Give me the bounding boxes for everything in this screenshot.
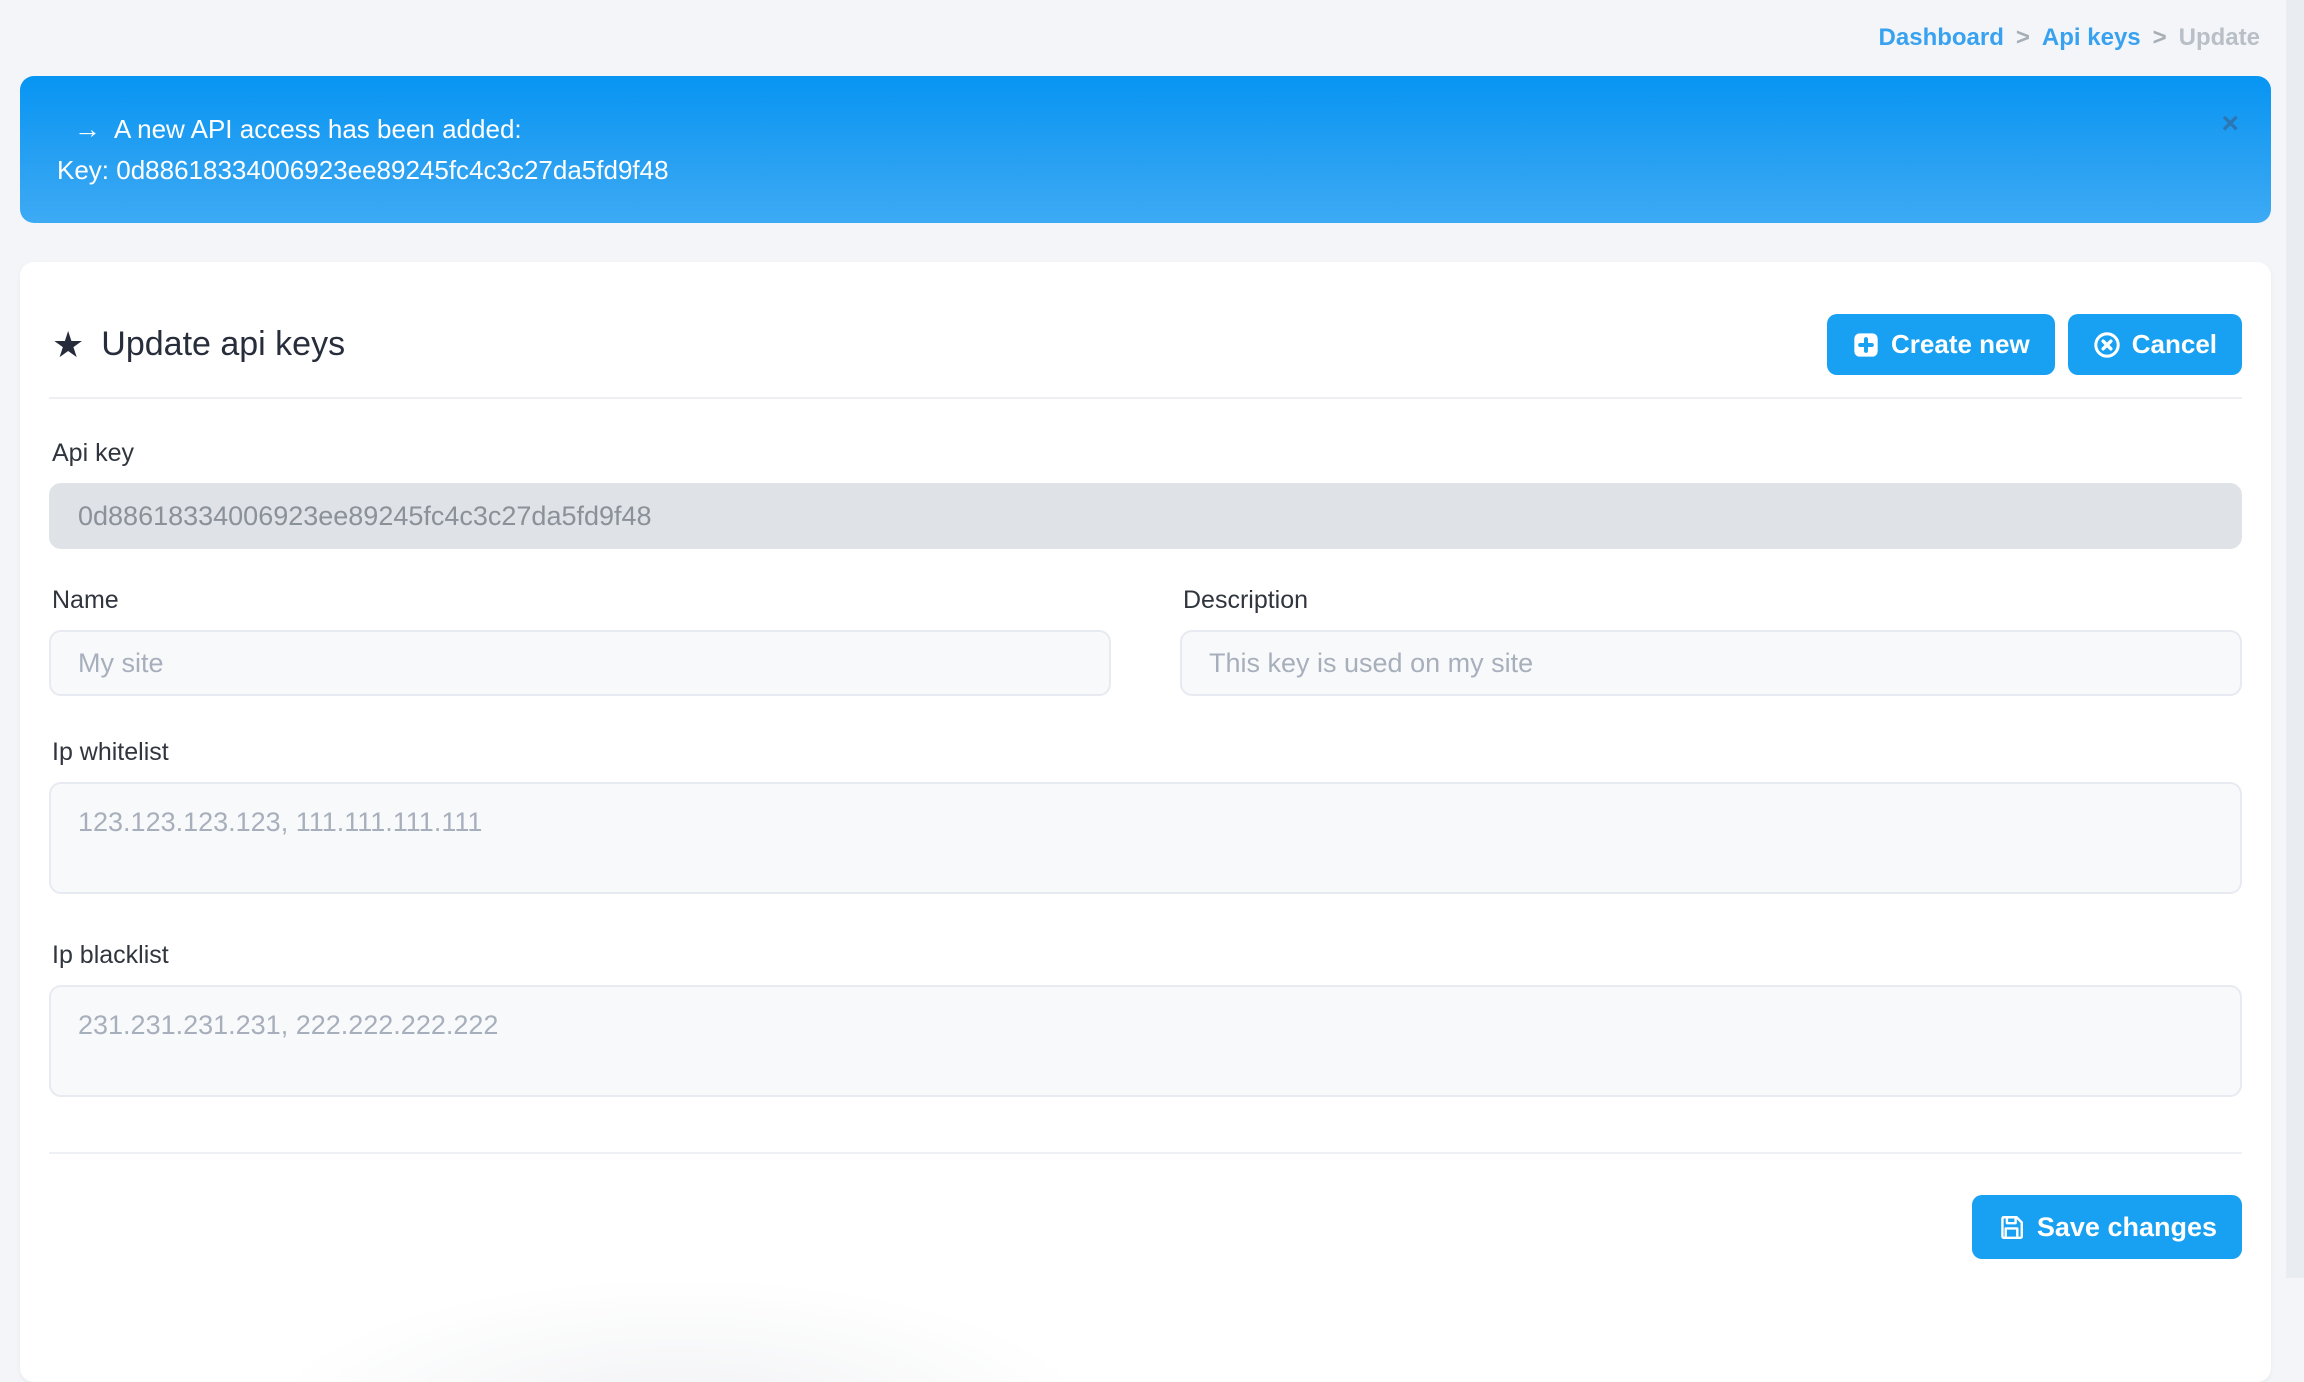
save-changes-label: Save changes xyxy=(2037,1212,2217,1243)
arrow-right-icon: → xyxy=(74,109,101,150)
ip-whitelist-label: Ip whitelist xyxy=(52,738,2242,767)
cancel-button[interactable]: Cancel xyxy=(2068,314,2242,375)
breadcrumb: Dashboard > Api keys > Update xyxy=(1879,24,2260,52)
ip-blacklist-textarea[interactable] xyxy=(49,985,2242,1097)
save-changes-button[interactable]: Save changes xyxy=(1972,1195,2242,1259)
save-icon xyxy=(1997,1213,2026,1242)
top-bar: Dashboard > Api keys > Update xyxy=(0,0,2304,52)
star-icon: ★ xyxy=(52,327,84,363)
page-title: ★ Update api keys xyxy=(52,325,345,364)
create-new-label: Create new xyxy=(1891,329,2030,360)
card-footer: Save changes xyxy=(49,1152,2242,1259)
name-field-group: Name xyxy=(49,586,1111,696)
scrollbar-track[interactable] xyxy=(2286,0,2304,1278)
description-field-group: Description xyxy=(1180,586,2242,696)
plus-square-icon xyxy=(1852,331,1880,359)
cancel-label: Cancel xyxy=(2132,329,2217,360)
header-buttons: Create new Cancel xyxy=(1827,314,2242,375)
page-title-text: Update api keys xyxy=(101,325,345,364)
breadcrumb-current-update: Update xyxy=(2179,24,2260,52)
update-api-keys-card: ★ Update api keys Create new xyxy=(20,262,2271,1382)
name-description-row: Name Description xyxy=(49,586,2242,696)
breadcrumb-separator: > xyxy=(2153,24,2167,52)
ip-blacklist-field-group: Ip blacklist xyxy=(49,941,2242,1102)
name-input[interactable] xyxy=(49,630,1111,696)
breadcrumb-separator: > xyxy=(2016,24,2030,52)
breadcrumb-link-api-keys[interactable]: Api keys xyxy=(2042,24,2141,52)
api-key-label: Api key xyxy=(52,439,2242,468)
times-circle-icon xyxy=(2093,331,2121,359)
ip-blacklist-label: Ip blacklist xyxy=(52,941,2242,970)
ip-whitelist-field-group: Ip whitelist xyxy=(49,738,2242,899)
description-label: Description xyxy=(1183,586,2242,615)
create-new-button[interactable]: Create new xyxy=(1827,314,2055,375)
alert-title-line: → A new API access has been added: xyxy=(74,109,2191,150)
alert-title: A new API access has been added: xyxy=(114,109,522,150)
close-icon[interactable]: × xyxy=(2221,109,2239,139)
api-key-input[interactable] xyxy=(49,483,2242,549)
name-label: Name xyxy=(52,586,1111,615)
card-header: ★ Update api keys Create new xyxy=(49,262,2242,399)
success-alert: → A new API access has been added: Key: … xyxy=(20,76,2271,223)
breadcrumb-link-dashboard[interactable]: Dashboard xyxy=(1879,24,2004,52)
ip-whitelist-textarea[interactable] xyxy=(49,782,2242,894)
alert-key-line: Key: 0d88618334006923ee89245fc4c3c27da5f… xyxy=(57,150,2191,191)
description-input[interactable] xyxy=(1180,630,2242,696)
api-key-field-group: Api key xyxy=(49,439,2242,549)
